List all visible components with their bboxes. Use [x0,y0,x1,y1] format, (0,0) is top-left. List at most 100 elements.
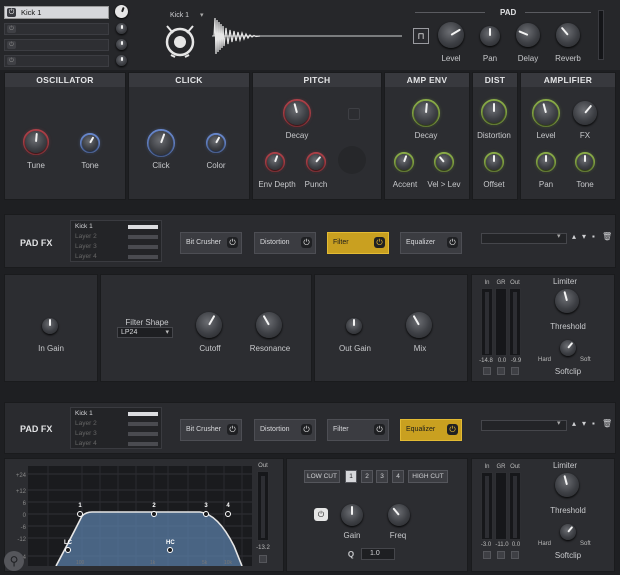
pad-fx-1-softclip-knob[interactable] [560,340,576,356]
power-icon[interactable]: ⏻ [447,424,458,435]
q-value-field[interactable]: 1.0 [361,548,395,560]
pad-fx-2-layer-bar[interactable] [128,412,158,416]
mix-knob[interactable] [406,312,432,338]
waveform-display[interactable] [212,14,402,58]
eq-band-button-high-cut[interactable]: HIGH CUT [408,470,448,483]
power-icon[interactable]: ⏻ [227,237,238,248]
save-icon[interactable]: ▪ [592,232,595,241]
sample-selector[interactable]: Kick 1 [170,12,189,19]
sample-slot-1[interactable]: ⏻ Kick 1 [4,6,109,19]
pad-fx-2-threshold-knob[interactable] [555,473,579,497]
power-icon[interactable]: ⏻ [374,424,385,435]
power-icon[interactable]: ⏻ [227,424,238,435]
eq-graph[interactable] [28,466,252,566]
pad-fx-1-bit-crusher-button[interactable]: Bit Crusher ⏻ [180,232,242,254]
power-icon[interactable]: ⏻ [301,424,312,435]
eq-hc-handle[interactable] [167,547,173,553]
pad-fx-1-layer-label[interactable]: Layer 2 [75,233,97,240]
delete-icon[interactable]: 🗑 [602,419,612,428]
pad-pan-knob[interactable] [480,26,500,46]
pad-fx-2-layer-label[interactable]: Layer 2 [75,420,97,427]
pad-fx-2-layer-label[interactable]: Layer 3 [75,430,97,437]
eq-band-handle[interactable] [151,511,157,517]
pad-fx-2-layer-label[interactable]: Layer 4 [75,440,97,447]
pad-fx-2-equalizer-button[interactable]: Equalizer ⏻ [400,419,462,441]
pad-fx-2-layer-bar[interactable] [128,442,158,446]
pad-fx-2-layer-label[interactable]: Kick 1 [75,410,93,417]
pad-fx-1-layer-label[interactable]: Layer 4 [75,253,97,260]
eq-gain-knob[interactable] [341,504,363,526]
power-icon[interactable]: ⏻ [7,25,16,33]
pad-fx-1-layer-label[interactable]: Kick 1 [75,223,93,230]
pad-fx-2-meter-reset-button[interactable] [497,551,505,559]
amp-level-knob[interactable] [534,101,558,125]
sample-slot-knob[interactable] [116,39,127,50]
offset-knob[interactable] [486,154,502,170]
sample-slot-knob[interactable] [115,5,128,18]
delete-icon[interactable]: 🗑 [602,232,612,241]
amp-tone-knob[interactable] [577,154,593,170]
pad-fx-2-layer-bar[interactable] [128,432,158,436]
pad-fx-1-meter-reset-button[interactable] [483,367,491,375]
power-icon[interactable]: ⏻ [7,41,16,49]
eq-band-button-1[interactable]: 1 [345,470,357,483]
eq-band-button-4[interactable]: 4 [392,470,404,483]
amp-pan-knob[interactable] [538,154,554,170]
power-icon[interactable]: ⏻ [374,237,385,248]
eq-band-handle[interactable] [225,511,231,517]
distortion-knob[interactable] [483,101,505,123]
pad-delay-knob[interactable] [516,23,540,47]
tune-knob[interactable] [25,131,47,153]
chevron-down-icon[interactable]: ▾ [557,419,561,427]
accent-knob[interactable] [396,154,412,170]
pad-fx-2-layer-bar[interactable] [128,422,158,426]
pitch-link-icon[interactable] [348,108,360,120]
pad-fx-1-preset-dropdown[interactable] [481,233,567,244]
sample-slot-2[interactable]: ⏻ [4,23,109,35]
pad-fx-2-bit-crusher-button[interactable]: Bit Crusher ⏻ [180,419,242,441]
filter-shape-select[interactable]: LP24 ▾ [117,327,173,338]
power-icon[interactable]: ⏻ [301,237,312,248]
arrow-up-icon[interactable]: ▴ [572,419,576,428]
pad-fx-1-layer-label[interactable]: Layer 3 [75,243,97,250]
tone-knob[interactable] [82,135,98,151]
click-knob[interactable] [149,131,173,155]
help-icon[interactable]: ⚲ [4,551,24,571]
pad-fx-1-meter-reset-button[interactable] [497,367,505,375]
arrow-down-icon[interactable]: ▾ [582,232,586,241]
in-gain-knob[interactable] [42,318,58,334]
eq-lc-handle[interactable] [65,547,71,553]
pitch-decay-knob[interactable] [285,101,309,125]
pad-fx-2-filter-button[interactable]: Filter ⏻ [327,419,389,441]
eq-freq-knob[interactable] [388,504,410,526]
pad-fx-2-preset-dropdown[interactable] [481,420,567,431]
eq-band-handle[interactable] [77,511,83,517]
sample-slot-4[interactable]: ⏻ [4,55,109,67]
cutoff-knob[interactable] [196,312,222,338]
eq-out-reset-button[interactable] [259,555,267,563]
pad-fx-1-layer-bar[interactable] [128,245,158,249]
pad-level-knob[interactable] [438,22,464,48]
chevron-down-icon[interactable]: ▾ [557,232,561,240]
pad-fx-1-threshold-knob[interactable] [555,289,579,313]
sample-slot-knob[interactable] [116,55,127,66]
vel-lev-knob[interactable] [436,154,452,170]
chevron-down-icon[interactable]: ▾ [200,11,204,19]
color-knob[interactable] [208,135,224,151]
pad-fx-1-layer-bar[interactable] [128,255,158,259]
eq-band-handle[interactable] [203,511,209,517]
pad-reverb-knob[interactable] [556,23,580,47]
pad-fx-2-meter-reset-button[interactable] [483,551,491,559]
pitch-env-knob-disabled[interactable] [338,146,366,174]
sample-slot-3[interactable]: ⏻ [4,39,109,51]
power-icon[interactable]: ⏻ [7,57,16,65]
power-icon[interactable]: ⏻ [447,237,458,248]
eq-band-button-2[interactable]: 2 [361,470,373,483]
pad-mode-button[interactable]: ⊓ [413,28,429,44]
arrow-up-icon[interactable]: ▴ [572,232,576,241]
eq-band-button-low-cut[interactable]: LOW CUT [304,470,340,483]
eq-band-button-3[interactable]: 3 [376,470,388,483]
pad-fx-2-meter-reset-button[interactable] [511,551,519,559]
punch-knob[interactable] [308,154,324,170]
arrow-down-icon[interactable]: ▾ [582,419,586,428]
